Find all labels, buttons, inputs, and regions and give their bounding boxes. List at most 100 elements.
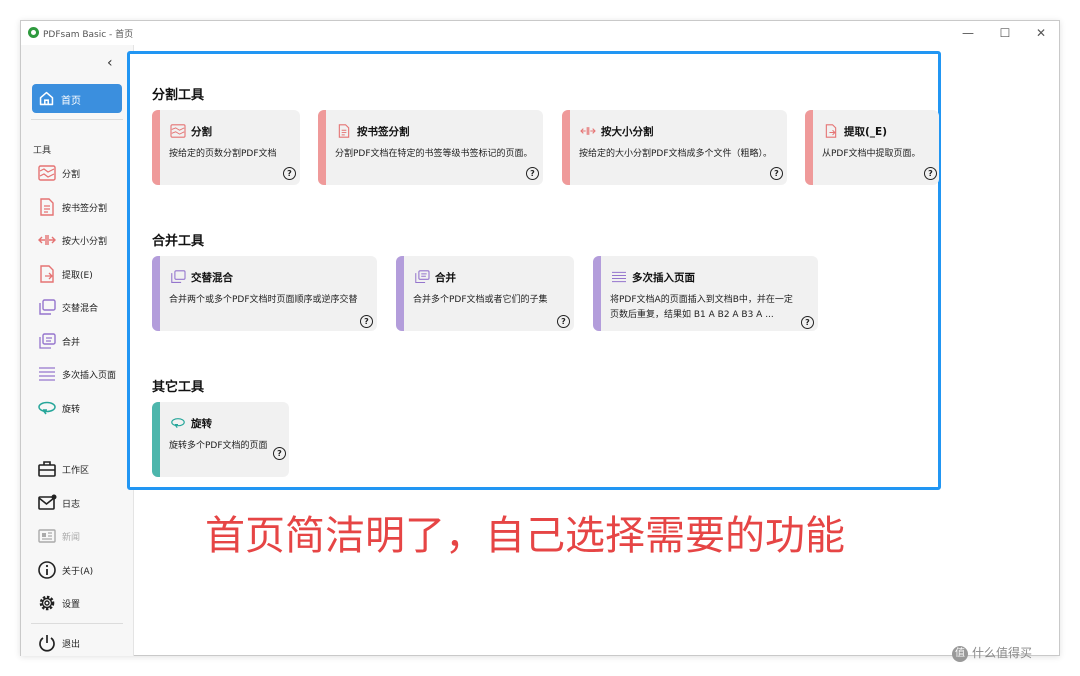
rotate-icon — [38, 401, 56, 415]
close-button[interactable]: ✕ — [1026, 23, 1056, 43]
tool-card-alternate-mix[interactable]: 交替混合 合并两个或多个PDF文档时页面顺序或逆序交替 ? — [152, 256, 377, 331]
sidebar-item-label: 合并 — [62, 338, 81, 348]
tool-card-split-by-bookmarks[interactable]: 按书签分割 分割PDF文档在特定的书签等级书签标记的页面。 ? — [318, 110, 543, 185]
group-title-merge: 合并工具 — [152, 234, 205, 249]
merge-icon — [39, 333, 56, 349]
sidebar-item-log[interactable]: 日志 — [37, 490, 129, 516]
sidebar-item-label: 分割 — [62, 170, 81, 180]
sidebar-item-label: 设置 — [62, 600, 81, 610]
card-accent — [562, 110, 570, 185]
card-title: 合并 — [435, 272, 456, 284]
group-title-split: 分割工具 — [152, 88, 205, 103]
sidebar-item-about[interactable]: 关于(A) — [37, 557, 129, 583]
sidebar-item-alternate-mix[interactable]: 交替混合 — [37, 294, 129, 320]
card-accent — [152, 402, 160, 477]
bookmark-split-icon — [338, 124, 350, 138]
help-icon[interactable]: ? — [360, 315, 373, 328]
mail-log-icon — [38, 494, 57, 510]
tool-card-split-by-size[interactable]: 按大小分割 按给定的大小分割PDF文档成多个文件（粗略）。 ? — [562, 110, 787, 185]
help-icon[interactable]: ? — [770, 167, 783, 180]
card-title: 提取(_E) — [844, 126, 888, 138]
card-title: 分割 — [191, 126, 212, 138]
collapse-sidebar-button[interactable]: ‹ — [107, 55, 113, 71]
pdfsam-logo-icon — [28, 27, 39, 38]
sidebar-item-split[interactable]: 分割 — [37, 160, 129, 186]
card-description: 将PDF文档A的页面插入到文档B中，并在一定页数后重复，结果如 B1 A B2 … — [610, 295, 793, 320]
sidebar-item-split-by-size[interactable]: 按大小分割 — [37, 227, 129, 253]
card-accent — [805, 110, 813, 185]
card-title: 按书签分割 — [357, 126, 410, 138]
card-description: 分割PDF文档在特定的书签等级书签标记的页面。 — [335, 149, 533, 159]
insert-pages-icon — [612, 271, 626, 283]
help-icon[interactable]: ? — [526, 167, 539, 180]
alternate-mix-icon — [171, 270, 186, 283]
sidebar-item-label: 退出 — [62, 640, 81, 650]
card-title: 多次插入页面 — [632, 272, 695, 284]
minimize-button[interactable]: — — [953, 23, 983, 43]
help-icon[interactable]: ? — [283, 167, 296, 180]
news-icon — [38, 529, 56, 543]
merge-icon — [415, 270, 430, 283]
sidebar-item-home[interactable]: 首页 — [32, 84, 122, 113]
sidebar-item-label: 旋转 — [62, 405, 81, 415]
card-title: 按大小分割 — [601, 126, 654, 138]
extract-icon — [40, 265, 54, 283]
split-icon — [170, 124, 186, 138]
card-title: 交替混合 — [191, 272, 233, 284]
card-title: 旋转 — [191, 418, 212, 430]
sidebar-item-exit[interactable]: 退出 — [37, 630, 129, 656]
card-accent — [152, 256, 160, 331]
card-accent — [318, 110, 326, 185]
sidebar-item-label: 关于(A) — [62, 567, 94, 577]
watermark-logo-icon: 值 — [952, 645, 968, 662]
help-icon[interactable]: ? — [273, 447, 286, 460]
sidebar-item-label: 多次插入页面 — [62, 371, 117, 381]
sidebar-item-workspace[interactable]: 工作区 — [37, 456, 129, 482]
briefcase-icon — [38, 461, 56, 477]
sidebar-item-split-by-bookmarks[interactable]: 按书签分割 — [37, 194, 129, 220]
title-bar: PDFsam Basic - 首页 — ☐ ✕ — [21, 21, 1059, 45]
help-icon[interactable]: ? — [557, 315, 570, 328]
sidebar-item-merge[interactable]: 合并 — [37, 328, 129, 354]
sidebar-item-rotate[interactable]: 旋转 — [37, 395, 129, 421]
card-accent — [593, 256, 601, 331]
tool-card-merge[interactable]: 合并 合并多个PDF文档或者它们的子集 ? — [396, 256, 574, 331]
tool-card-rotate[interactable]: 旋转 旋转多个PDF文档的页面 ? — [152, 402, 289, 477]
extract-icon — [825, 124, 837, 138]
sidebar-item-label: 按大小分割 — [62, 237, 108, 247]
alternate-mix-icon — [39, 299, 56, 315]
sidebar-item-insert-multiple[interactable]: 多次插入页面 — [37, 361, 129, 387]
help-icon[interactable]: ? — [801, 316, 814, 329]
maximize-button[interactable]: ☐ — [990, 23, 1020, 43]
split-icon — [38, 165, 56, 181]
divider — [31, 119, 123, 120]
tools-panel: 分割工具 分割 按给定的页数分割PDF文档 ? 按书签分割 分割PDF文档在特定… — [127, 51, 941, 490]
annotation-caption: 首页简洁明了，自己选择需要的功能 — [205, 513, 845, 559]
sidebar: ‹ 首页 工具 分割 按书签分割 按大小分割 提取(E) 交替混合 合并 多次插… — [21, 45, 134, 656]
card-description: 按给定的大小分割PDF文档成多个文件（粗略）。 — [579, 149, 773, 159]
tool-card-split[interactable]: 分割 按给定的页数分割PDF文档 ? — [152, 110, 300, 185]
power-icon — [39, 635, 55, 652]
tool-card-insert-multiple[interactable]: 多次插入页面 将PDF文档A的页面插入到文档B中，并在一定页数后重复，结果如 B… — [593, 256, 818, 331]
sidebar-item-label: 首页 — [61, 96, 81, 107]
home-icon — [39, 91, 54, 106]
gear-icon — [39, 595, 55, 611]
help-icon[interactable]: ? — [924, 167, 937, 180]
sidebar-item-label: 提取(E) — [62, 271, 93, 281]
watermark: 值什么值得买 — [952, 644, 1032, 662]
sidebar-item-label: 工作区 — [62, 466, 90, 476]
card-accent — [396, 256, 404, 331]
sidebar-item-extract[interactable]: 提取(E) — [37, 261, 129, 287]
watermark-text: 什么值得买 — [972, 646, 1033, 660]
sidebar-item-label: 新闻 — [62, 533, 81, 543]
tool-card-extract[interactable]: 提取(_E) 从PDF文档中提取页面。 ? — [805, 110, 939, 185]
sidebar-item-label: 按书签分割 — [62, 204, 108, 214]
sidebar-item-settings[interactable]: 设置 — [37, 590, 129, 616]
sidebar-item-label: 交替混合 — [62, 304, 99, 314]
card-description: 从PDF文档中提取页面。 — [822, 149, 921, 159]
size-split-icon — [38, 235, 56, 245]
group-title-other: 其它工具 — [152, 380, 205, 395]
card-description: 合并两个或多个PDF文档时页面顺序或逆序交替 — [169, 295, 358, 305]
info-icon — [38, 561, 56, 579]
card-description: 按给定的页数分割PDF文档 — [169, 149, 277, 159]
